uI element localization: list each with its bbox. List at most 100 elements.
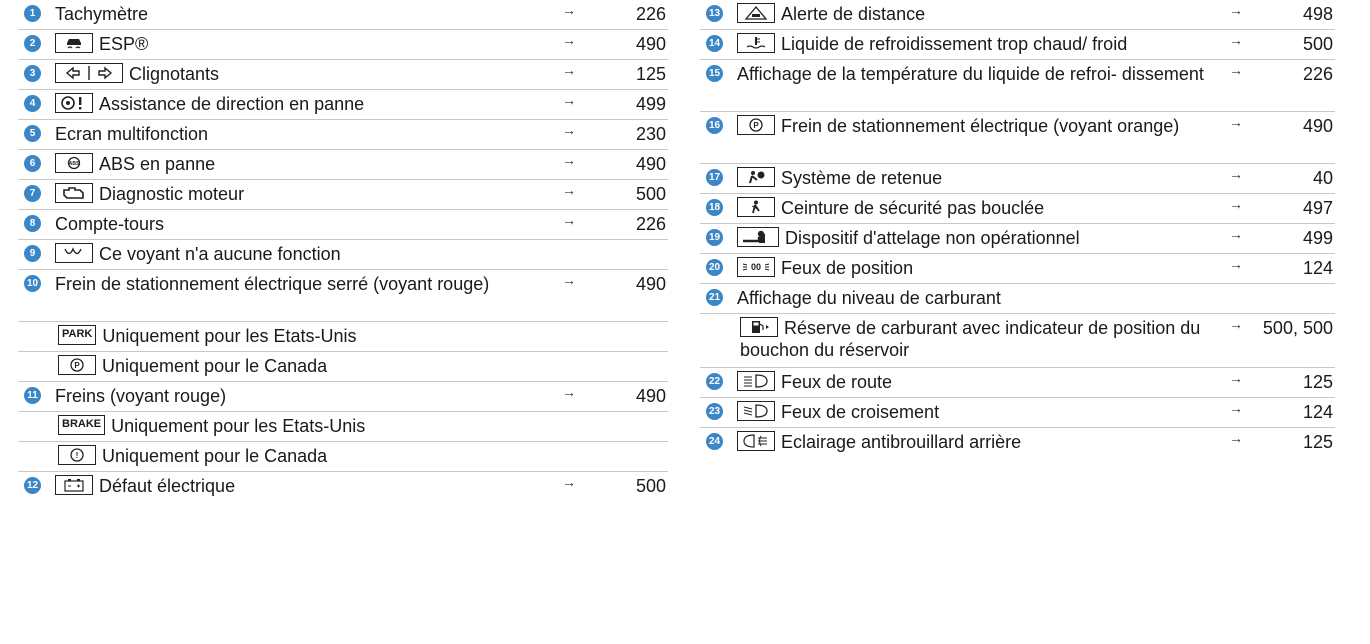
turn-signal-icons <box>55 63 123 84</box>
legend-row: 10 Frein de stationnement électrique serr… <box>18 270 668 322</box>
legend-text: BRAKE Uniquement pour les Etats-Unis <box>58 415 538 437</box>
legend-label: Assistance de direction en panne <box>99 94 365 114</box>
legend-row: 7 Diagnostic moteur → 500 <box>18 180 668 210</box>
legend-label: Tachymètre <box>55 4 149 24</box>
page-reference-number[interactable]: 226 <box>586 213 666 235</box>
page-reference-arrow: → <box>562 384 576 400</box>
legend-row: Réserve de carburant avec indicateur de … <box>700 314 1335 368</box>
page-reference-number[interactable]: 490 <box>1253 115 1333 137</box>
legend-row: 11 Freins (voyant rouge) → 490 <box>18 382 668 412</box>
callout-number: 11 <box>24 387 41 404</box>
legend-row: 16 P Frein de stationnement électrique (vo… <box>700 112 1335 164</box>
legend-text: Alerte de distance <box>737 3 1205 25</box>
legend-column-left: 1 Tachymètre → 226 2 ESP® → 490 3 Clignotants → 125… <box>18 0 668 502</box>
page-reference-number[interactable]: 499 <box>1253 227 1333 249</box>
callout-number: 22 <box>706 373 723 390</box>
callout-number: 17 <box>706 169 723 186</box>
page-reference-number[interactable]: 500 <box>586 475 666 497</box>
callout-number: 19 <box>706 229 723 246</box>
legend-page: 1 Tachymètre → 226 2 ESP® → 490 3 Clignotants → 125… <box>0 0 1370 644</box>
legend-text: Tachymètre <box>55 3 538 25</box>
legend-label: Diagnostic moteur <box>99 184 245 204</box>
callout-number: 15 <box>706 65 723 82</box>
page-reference-arrow: → <box>562 62 576 78</box>
callout-number: 23 <box>706 403 723 420</box>
page-reference-number[interactable]: 497 <box>1253 197 1333 219</box>
warning-symbol-label: PARK <box>58 325 97 346</box>
page-reference-arrow: → <box>562 122 576 138</box>
page-reference-number[interactable]: 124 <box>1253 401 1333 423</box>
legend-row: 6 ABS ABS en panne → 490 <box>18 150 668 180</box>
legend-row: PARK Uniquement pour les Etats-Unis <box>18 322 668 352</box>
page-reference-arrow: → <box>1229 2 1243 18</box>
fuel-pump-icon <box>740 317 778 338</box>
page-reference-number[interactable]: 490 <box>586 385 666 407</box>
legend-label: Freins (voyant rouge) <box>55 386 227 406</box>
page-reference-number[interactable]: 500 <box>586 183 666 205</box>
callout-number: 14 <box>706 35 723 52</box>
page-reference-number[interactable]: 226 <box>586 3 666 25</box>
legend-text: Clignotants <box>55 63 538 85</box>
page-reference-number[interactable]: 230 <box>586 123 666 145</box>
page-reference-arrow: → <box>1229 62 1243 78</box>
airbag-icon <box>737 167 775 188</box>
legend-text: Diagnostic moteur <box>55 183 538 205</box>
legend-label: Dispositif d'attelage non opérationnel <box>785 228 1080 248</box>
page-reference-number[interactable]: 490 <box>586 153 666 175</box>
legend-row: 14 Liquide de refroidissement trop chaud/… <box>700 30 1335 60</box>
legend-label: Réserve de carburant avec indicateur de … <box>740 318 1201 361</box>
legend-text: 00 Feux de position <box>737 257 1205 279</box>
legend-text: Ceinture de sécurité pas bouclée <box>737 197 1205 219</box>
legend-row: 1 Tachymètre → 226 <box>18 0 668 30</box>
legend-label: Système de retenue <box>781 168 943 188</box>
legend-row: 22 Feux de route → 125 <box>700 368 1335 398</box>
callout-number: 8 <box>24 215 41 232</box>
page-reference-number[interactable]: 500, 500 <box>1253 317 1333 339</box>
legend-row: BRAKE Uniquement pour les Etats-Unis <box>18 412 668 442</box>
page-reference-number[interactable]: 125 <box>1253 371 1333 393</box>
page-reference-arrow: → <box>1229 226 1243 242</box>
engine-icon <box>55 183 93 204</box>
legend-column-right: 13 Alerte de distance → 498 14 Liquide de ref… <box>700 0 1335 458</box>
legend-row: 3 Clignotants → 125 <box>18 60 668 90</box>
page-reference-number[interactable]: 125 <box>1253 431 1333 453</box>
battery-icon <box>55 475 93 496</box>
legend-row: 24 Eclairage antibrouillard arrière → 125 <box>700 428 1335 458</box>
page-reference-number[interactable]: 490 <box>586 273 666 295</box>
legend-label: Défaut électrique <box>99 476 236 496</box>
legend-text: Assistance de direction en panne <box>55 93 538 115</box>
callout-number: 5 <box>24 125 41 142</box>
page-reference-arrow: → <box>562 272 576 288</box>
legend-row: 20 00 Feux de position → 124 <box>700 254 1335 284</box>
page-reference-number[interactable]: 124 <box>1253 257 1333 279</box>
legend-label: Uniquement pour le Canada <box>102 446 328 466</box>
legend-row: 13 Alerte de distance → 498 <box>700 0 1335 30</box>
seatbelt-icon <box>737 197 775 218</box>
legend-text: Feux de croisement <box>737 401 1205 423</box>
brake-warning-circle-icon: ! <box>58 445 96 466</box>
callout-number: 16 <box>706 117 723 134</box>
page-reference-arrow: → <box>1229 166 1243 182</box>
legend-label: Ceinture de sécurité pas bouclée <box>781 198 1045 218</box>
page-reference-number[interactable]: 499 <box>586 93 666 115</box>
legend-text: Affichage du niveau de carburant <box>737 287 1205 309</box>
page-reference-number[interactable]: 498 <box>1253 3 1333 25</box>
page-reference-number[interactable]: 500 <box>1253 33 1333 55</box>
callout-number: 21 <box>706 289 723 306</box>
legend-text: Freins (voyant rouge) <box>55 385 538 407</box>
page-reference-number[interactable]: 40 <box>1253 167 1333 189</box>
page-reference-arrow: → <box>562 152 576 168</box>
distance-warning-icon <box>737 3 775 24</box>
legend-row: 15 Affichage de la température du liquide… <box>700 60 1335 112</box>
page-reference-number[interactable]: 226 <box>1253 63 1333 85</box>
legend-label: Eclairage antibrouillard arrière <box>781 432 1022 452</box>
legend-label: Frein de stationnement électrique serré … <box>55 274 490 294</box>
page-reference-arrow: → <box>1229 196 1243 212</box>
legend-label: Feux de croisement <box>781 402 940 422</box>
callout-number: 20 <box>706 259 723 276</box>
page-reference-number[interactable]: 125 <box>586 63 666 85</box>
legend-label: Liquide de refroidissement trop chaud/ f… <box>781 34 1128 54</box>
page-reference-number[interactable]: 490 <box>586 33 666 55</box>
legend-label: Frein de stationnement électrique (voyan… <box>781 116 1180 136</box>
page-reference-arrow: → <box>562 2 576 18</box>
